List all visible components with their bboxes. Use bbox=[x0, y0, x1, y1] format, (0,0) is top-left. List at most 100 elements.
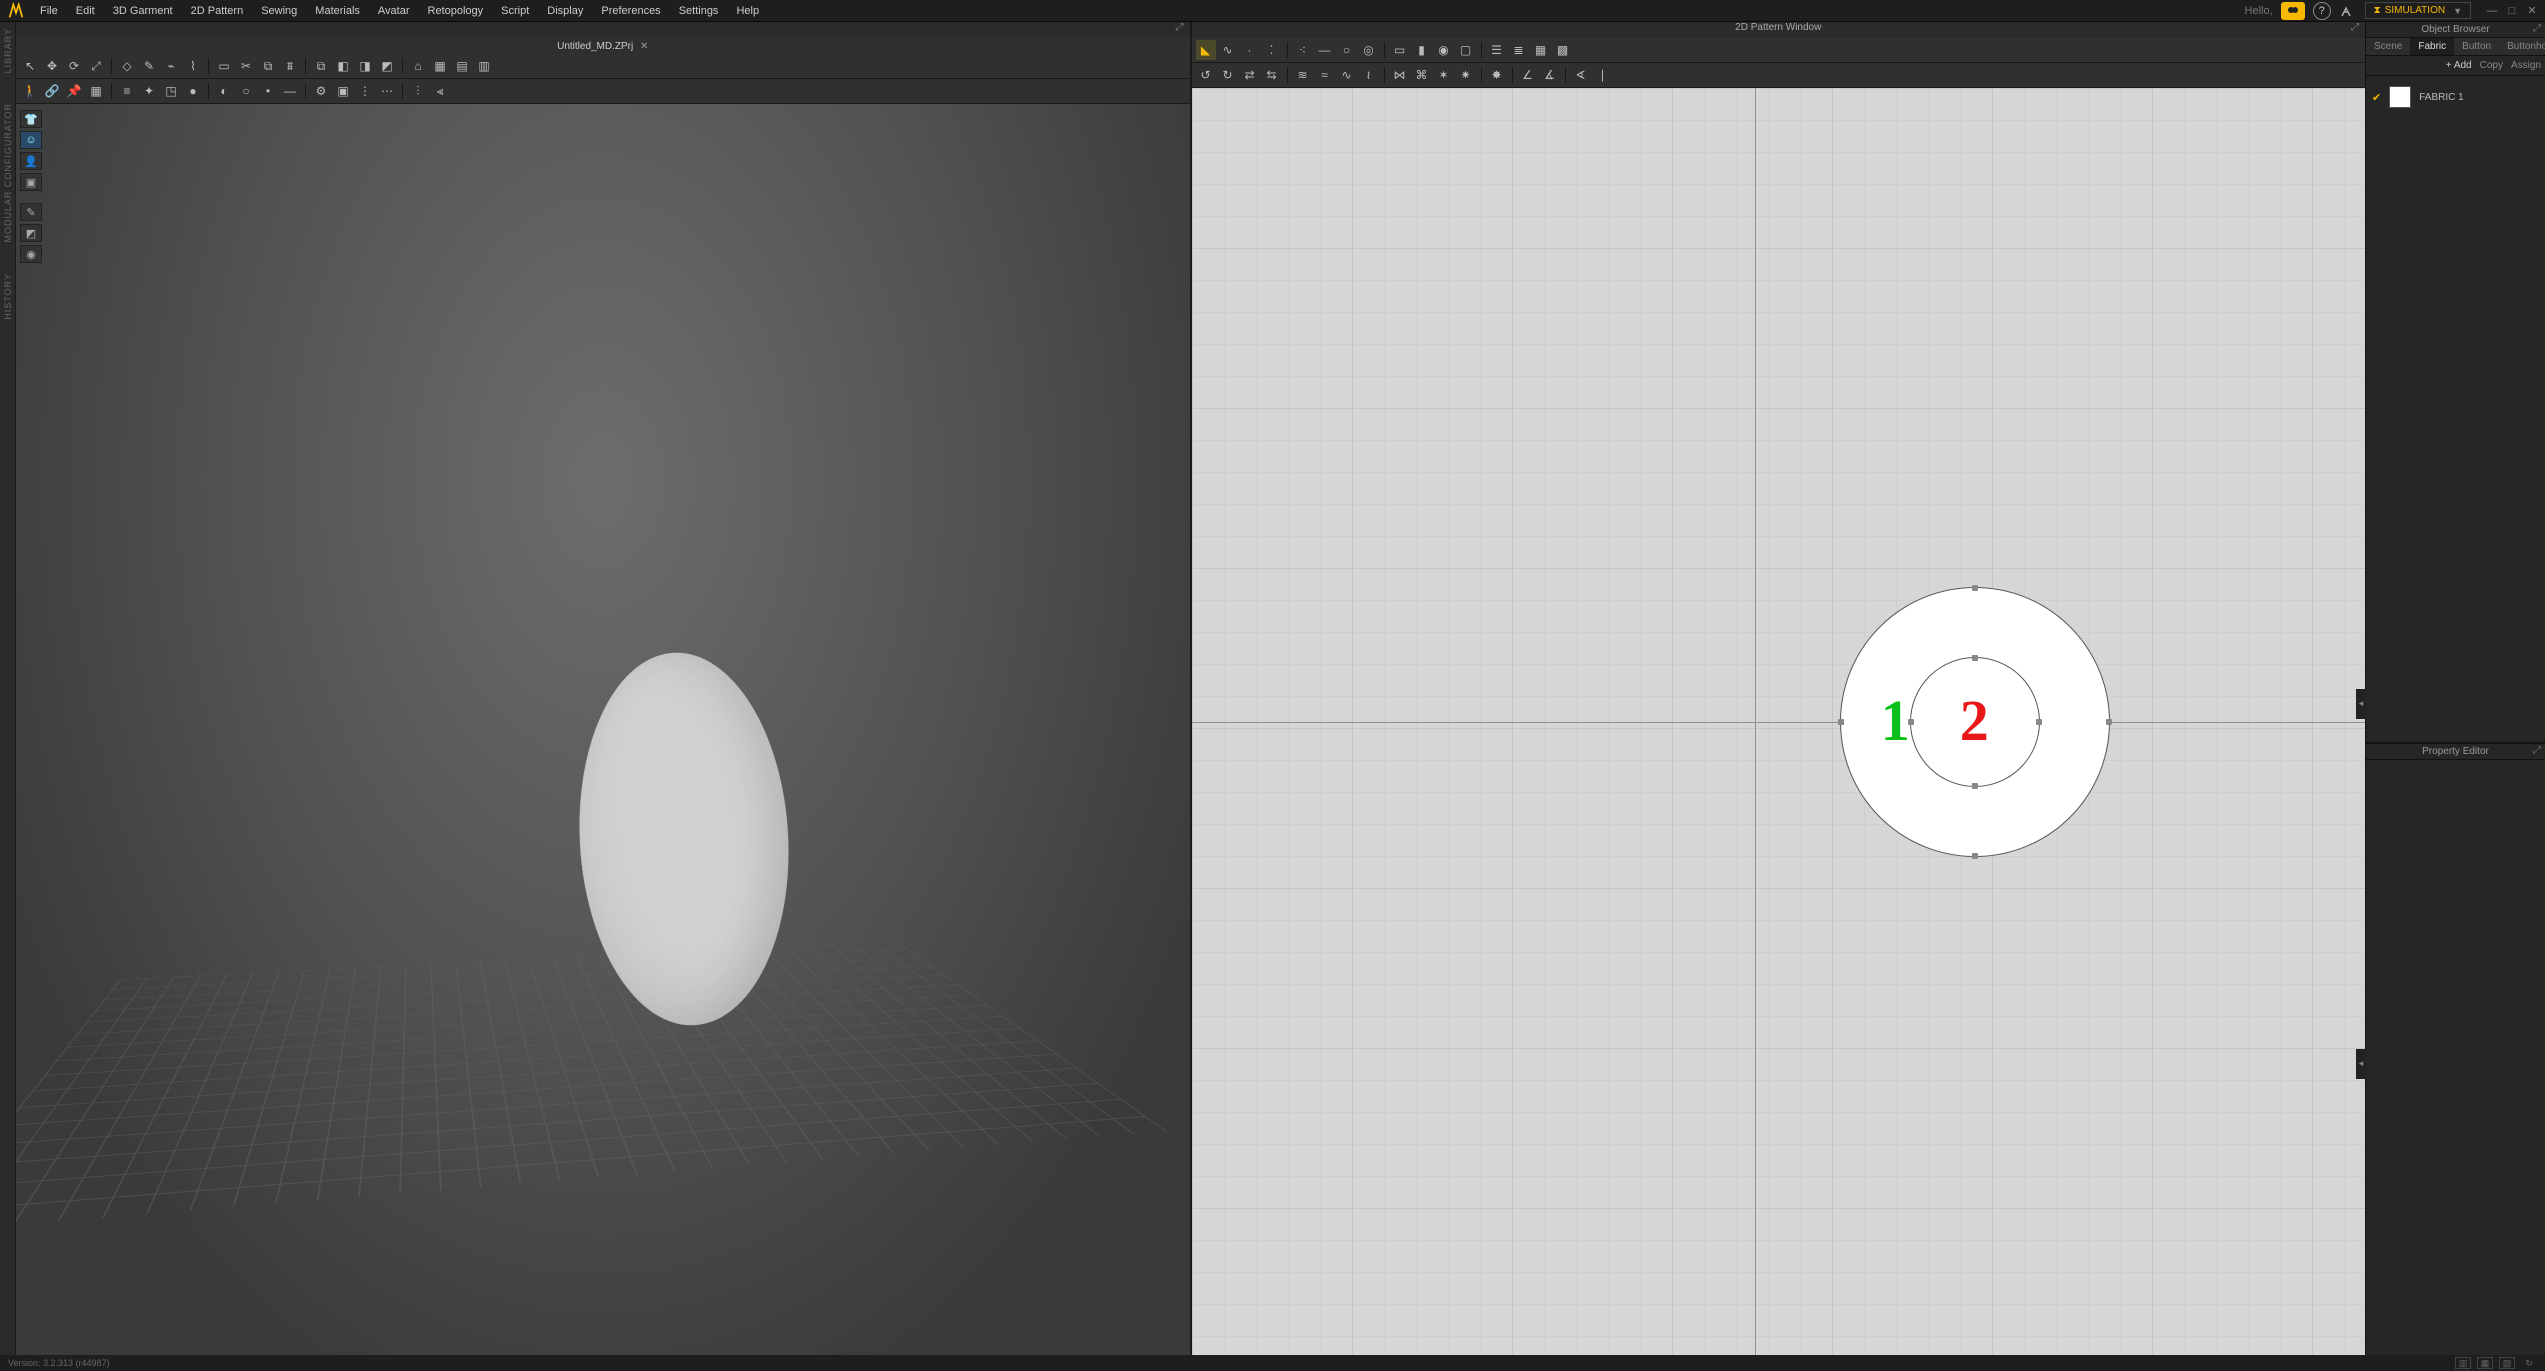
b2-tool-icon[interactable]: ∡ bbox=[1540, 65, 1560, 85]
menu-retopology[interactable]: Retopology bbox=[420, 2, 492, 20]
add-fabric-button[interactable]: Add bbox=[2446, 60, 2472, 71]
side-tool-light-icon[interactable]: ▣ bbox=[20, 173, 42, 191]
g2-tool-icon[interactable]: ⋯ bbox=[377, 81, 397, 101]
window-maximize-button[interactable]: □ bbox=[2505, 4, 2519, 18]
a7-tool-icon[interactable]: ∿ bbox=[1337, 65, 1357, 85]
a11-tool-icon[interactable]: ✶ bbox=[1434, 65, 1454, 85]
move-tool-icon[interactable]: ✥ bbox=[42, 56, 62, 76]
dart-tool-icon[interactable]: ◇ bbox=[117, 56, 137, 76]
cut-tool-icon[interactable]: ✂ bbox=[236, 56, 256, 76]
menu-2d-pattern[interactable]: 2D Pattern bbox=[183, 2, 252, 20]
a13-tool-icon[interactable]: ✸ bbox=[1487, 65, 1507, 85]
dot-tool-icon[interactable]: • bbox=[258, 81, 278, 101]
side-tool-extra2-icon[interactable]: ◩ bbox=[20, 224, 42, 242]
rect-tool-icon[interactable]: ▭ bbox=[1390, 40, 1410, 60]
wire-tool-icon[interactable]: ≡ bbox=[117, 81, 137, 101]
fill-tool-icon[interactable]: ▮ bbox=[1412, 40, 1432, 60]
anchor-point[interactable] bbox=[1972, 783, 1978, 789]
tri-tool-icon[interactable]: ◣ bbox=[1196, 40, 1216, 60]
c2-tool-icon[interactable]: ◎ bbox=[1359, 40, 1379, 60]
b3-tool-icon[interactable]: ∢ bbox=[1571, 65, 1591, 85]
layout-btn-2[interactable]: ▦ bbox=[2477, 1357, 2493, 1369]
a10-tool-icon[interactable]: ⌘ bbox=[1412, 65, 1432, 85]
tab-buttonhole[interactable]: Buttonhole bbox=[2499, 38, 2545, 55]
dock-modular[interactable]: MODULAR CONFIGURATOR bbox=[3, 103, 13, 243]
trace-tool-icon[interactable]: ✎ bbox=[139, 56, 159, 76]
b4-tool-icon[interactable]: ∣ bbox=[1593, 65, 1613, 85]
tab-fabric[interactable]: Fabric bbox=[2410, 38, 2454, 55]
side-tool-head-icon[interactable]: 👤 bbox=[20, 152, 42, 170]
dot2-tool-icon[interactable]: ◉ bbox=[1434, 40, 1454, 60]
pin-tool-icon[interactable]: 📌 bbox=[64, 81, 84, 101]
panel-collapse-handle[interactable]: ◂ bbox=[2356, 1049, 2366, 1079]
square-tool-icon[interactable]: ▢ bbox=[1456, 40, 1476, 60]
anchor-point[interactable] bbox=[2106, 719, 2112, 725]
layout-btn-3[interactable]: ▧ bbox=[2499, 1357, 2515, 1369]
circ-tool-icon[interactable]: ○ bbox=[236, 81, 256, 101]
tab-scene[interactable]: Scene bbox=[2366, 38, 2410, 55]
menu-3d-garment[interactable]: 3D Garment bbox=[105, 2, 181, 20]
a-tool-icon[interactable]: ◧ bbox=[333, 56, 353, 76]
a9-tool-icon[interactable]: ⋈ bbox=[1390, 65, 1410, 85]
seam-tool-icon[interactable]: ⌇ bbox=[183, 56, 203, 76]
frame-tool-icon[interactable]: ▣ bbox=[333, 81, 353, 101]
menu-help[interactable]: Help bbox=[728, 2, 767, 20]
menu-display[interactable]: Display bbox=[539, 2, 591, 20]
tab-button[interactable]: Button bbox=[2454, 38, 2499, 55]
side-tool-extra1-icon[interactable]: ✎ bbox=[20, 203, 42, 221]
curve-tool-icon[interactable]: ∿ bbox=[1218, 40, 1238, 60]
a6-tool-icon[interactable]: ≈ bbox=[1315, 65, 1335, 85]
mode-selector[interactable]: ⧗ SIMULATION ▼ bbox=[2365, 2, 2471, 19]
a5-tool-icon[interactable]: ≋ bbox=[1293, 65, 1313, 85]
mesh-tool-icon[interactable]: ▦ bbox=[86, 81, 106, 101]
a8-tool-icon[interactable]: ≀ bbox=[1359, 65, 1379, 85]
mirror-tool-icon[interactable]: ⧉ bbox=[258, 56, 278, 76]
layer-tool-icon[interactable]: ☰ bbox=[1487, 40, 1507, 60]
pattern-group[interactable]: 1 2 bbox=[1840, 587, 2110, 857]
menu-preferences[interactable]: Preferences bbox=[593, 2, 668, 20]
window-minimize-button[interactable]: — bbox=[2485, 4, 2499, 18]
a2-tool-icon[interactable]: ↻ bbox=[1218, 65, 1238, 85]
expand-icon[interactable]: ⤢ bbox=[2533, 23, 2541, 34]
mesh-tool-icon[interactable]: ▦ bbox=[430, 56, 450, 76]
document-tab[interactable]: Untitled_MD.ZPrj ✕ bbox=[547, 40, 658, 53]
menu-edit[interactable]: Edit bbox=[68, 2, 103, 20]
gear-tool-icon[interactable]: ⚙ bbox=[311, 81, 331, 101]
bars-tool-icon[interactable]: ≣ bbox=[1509, 40, 1529, 60]
snap-tool-icon[interactable]: ✦ bbox=[139, 81, 159, 101]
line-tool-icon[interactable]: — bbox=[280, 81, 300, 101]
anchor-point[interactable] bbox=[2036, 719, 2042, 725]
fold-tool-icon[interactable]: ⩩ bbox=[280, 56, 300, 76]
link-tool-icon[interactable]: 🔗 bbox=[42, 81, 62, 101]
cursor-tool-icon[interactable]: ↖ bbox=[20, 56, 40, 76]
rotate-tool-icon[interactable]: ⟳ bbox=[64, 56, 84, 76]
side-tool-extra3-icon[interactable]: ◉ bbox=[20, 245, 42, 263]
notch-tool-icon[interactable]: ⌁ bbox=[161, 56, 181, 76]
pt1-tool-icon[interactable]: · bbox=[1240, 40, 1260, 60]
viewport-2d[interactable]: 1 2 bbox=[1192, 88, 2366, 1355]
copy-tool-icon[interactable]: ⧉ bbox=[311, 56, 331, 76]
refresh-icon[interactable]: ↻ bbox=[2521, 1357, 2537, 1369]
panel-collapse-handle[interactable]: ◂ bbox=[2356, 689, 2366, 719]
window-close-button[interactable]: ✕ bbox=[2525, 4, 2539, 18]
expand-icon[interactable]: ⤢ bbox=[2351, 22, 2359, 33]
expand-icon[interactable]: ⤢ bbox=[2533, 745, 2541, 756]
pt2-tool-icon[interactable]: ⁚ bbox=[1262, 40, 1282, 60]
g1-tool-icon[interactable]: ⋮ bbox=[355, 81, 375, 101]
a12-tool-icon[interactable]: ✷ bbox=[1456, 65, 1476, 85]
scale-tool-icon[interactable]: ⤢ bbox=[86, 56, 106, 76]
a3-tool-icon[interactable]: ⇄ bbox=[1240, 65, 1260, 85]
anchor-point[interactable] bbox=[1972, 655, 1978, 661]
viewport-3d[interactable]: 👕 ☺ 👤 ▣ ✎ ◩ ◉ bbox=[16, 104, 1190, 1355]
uv-tool-icon[interactable]: ◳ bbox=[161, 81, 181, 101]
menu-settings[interactable]: Settings bbox=[671, 2, 727, 20]
dock-history[interactable]: HISTORY bbox=[3, 273, 13, 320]
fabric-item[interactable]: ✔ FABRIC 1 bbox=[2372, 82, 2539, 112]
help-icon[interactable]: ? bbox=[2313, 2, 2331, 20]
side-tool-avatar-icon[interactable]: ☺ bbox=[20, 131, 42, 149]
walk-tool-icon[interactable]: 🚶 bbox=[20, 81, 40, 101]
house-tool-icon[interactable]: ⌂ bbox=[408, 56, 428, 76]
circle-tool-icon[interactable]: ○ bbox=[1337, 40, 1357, 60]
menu-script[interactable]: Script bbox=[493, 2, 537, 20]
social-icon[interactable] bbox=[2339, 2, 2357, 20]
